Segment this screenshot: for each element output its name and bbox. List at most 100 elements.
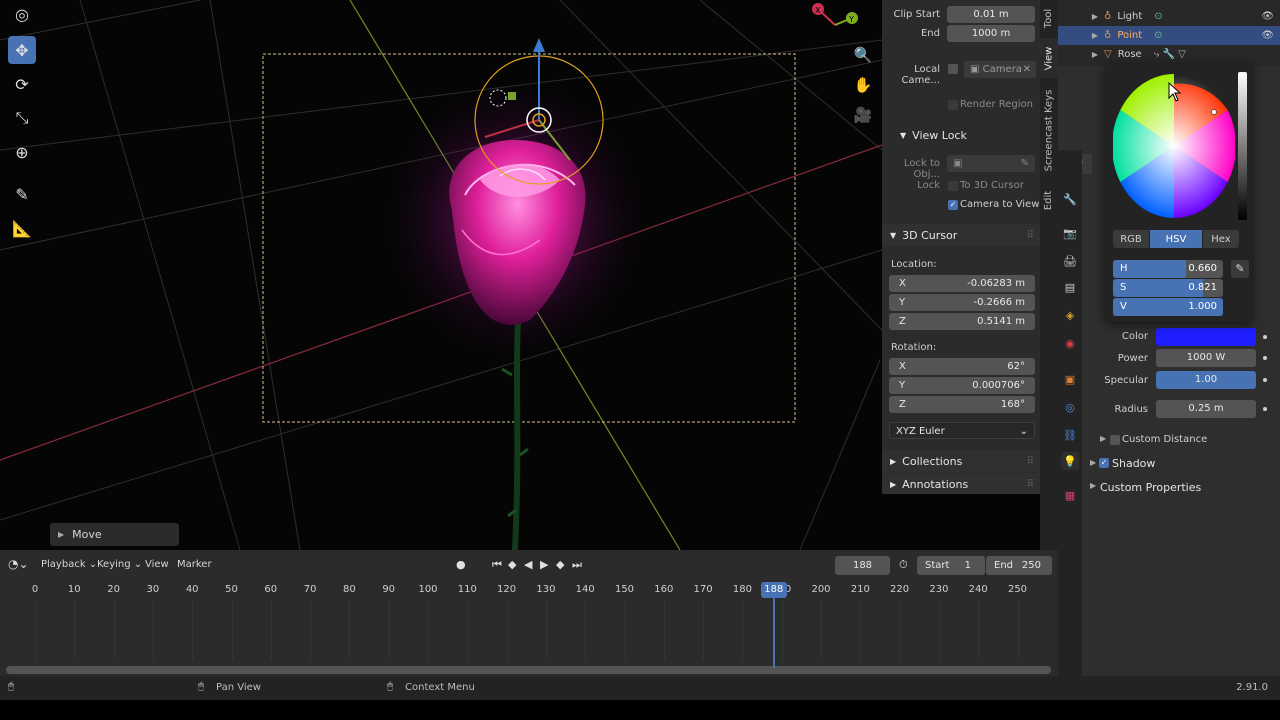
prev-keyframe-icon[interactable]: ◆: [508, 558, 516, 571]
expand-arrow-icon[interactable]: ▶: [1090, 481, 1096, 490]
drag-grip-icon[interactable]: ⠿: [1027, 456, 1034, 467]
play-reverse-icon[interactable]: ◀: [524, 558, 532, 571]
constraints-tab-icon[interactable]: ⛓: [1061, 426, 1079, 444]
tab-tool[interactable]: Tool: [1040, 0, 1058, 36]
local-camera-checkbox[interactable]: [948, 64, 958, 74]
render-tab-icon[interactable]: 📷: [1061, 224, 1079, 242]
camera-to-view-checkbox[interactable]: ✓: [948, 200, 958, 210]
tool-tab-icon[interactable]: 🔧: [1061, 190, 1079, 208]
mode-tab-rgb[interactable]: RGB: [1113, 230, 1149, 248]
rotation-mode-dropdown[interactable]: XYZ Euler ⌄: [889, 422, 1035, 439]
rotate-tool-icon[interactable]: ⟳: [8, 70, 36, 98]
cursor-location-y[interactable]: Y -0.2666 m: [889, 294, 1035, 311]
tab-screencast-keys[interactable]: Screencast Keys: [1040, 80, 1058, 180]
hue-field[interactable]: H 0.660: [1113, 260, 1223, 278]
view-layer-tab-icon[interactable]: ▤: [1061, 278, 1079, 296]
play-icon[interactable]: ▶: [540, 558, 548, 571]
object-tab-icon[interactable]: ▣: [1061, 370, 1079, 388]
measure-tool-icon[interactable]: 📐: [8, 214, 36, 242]
light-data-tab-icon[interactable]: 💡: [1061, 452, 1079, 470]
transform-tool-icon[interactable]: ⊕: [8, 138, 36, 166]
cursor-rotation-z[interactable]: Z 168°: [889, 396, 1035, 413]
record-icon[interactable]: ●: [456, 558, 466, 571]
expand-arrow-icon[interactable]: ▶: [1058, 31, 1098, 40]
eye-icon[interactable]: 👁: [1261, 11, 1274, 22]
drag-grip-icon[interactable]: ⠿: [1027, 230, 1034, 241]
expand-arrow-icon[interactable]: ▶: [1090, 458, 1096, 467]
cursor-rotation-y[interactable]: Y 0.000706°: [889, 377, 1035, 394]
outliner-item-point[interactable]: ▶ ♁ Point ⊙ 👁: [1058, 26, 1280, 45]
stopwatch-icon[interactable]: ⏱: [899, 558, 908, 572]
annotations-header[interactable]: ▶ Annotations ⠿: [882, 473, 1040, 495]
local-camera-field[interactable]: ▣ Camera ✕: [964, 61, 1036, 78]
custom-distance-checkbox[interactable]: [1110, 435, 1120, 445]
menu-marker[interactable]: Marker: [177, 559, 212, 570]
cursor-location-z[interactable]: Z 0.5141 m: [889, 313, 1035, 330]
frame-ruler[interactable]: 0 10 20 30 40 50 60 70 80 90 100 110 120 130 140 150 160…: [0, 580, 1058, 600]
saturation-field[interactable]: S 0.821: [1113, 279, 1223, 297]
light-color-swatch[interactable]: [1156, 328, 1256, 346]
render-region-checkbox[interactable]: [948, 100, 958, 110]
scale-tool-icon[interactable]: ⤡: [8, 104, 36, 132]
expand-arrow-icon[interactable]: ▶: [1100, 434, 1106, 443]
outliner-item-light[interactable]: ▶ ♁ Light ⊙ 👁: [1058, 7, 1280, 26]
outliner-item-rose[interactable]: ▶ ▽ Rose ⤷ 🔧 ▽: [1058, 45, 1280, 64]
mode-tab-hsv[interactable]: HSV: [1150, 230, 1202, 248]
keyframe-dot[interactable]: [1263, 378, 1267, 382]
texture-tab-icon[interactable]: ▦: [1061, 486, 1079, 504]
timeline-scrollbar[interactable]: [6, 666, 1051, 674]
dopesheet-area[interactable]: [0, 600, 1058, 676]
camera-view-icon[interactable]: 🎥: [851, 103, 875, 127]
end-frame-field[interactable]: End 250: [986, 556, 1052, 575]
move-tool-icon[interactable]: ✥: [8, 36, 36, 64]
world-tab-icon[interactable]: ◉: [1061, 334, 1079, 352]
playhead-line[interactable]: [772, 598, 775, 668]
value-field[interactable]: V 1.000: [1113, 298, 1223, 316]
annotate-tool-icon[interactable]: ✎: [8, 180, 36, 208]
zoom-icon[interactable]: 🔍: [851, 43, 875, 67]
mode-tab-hex[interactable]: Hex: [1203, 230, 1239, 248]
physics-tab-icon[interactable]: ◎: [1061, 398, 1079, 416]
collections-header[interactable]: ▶ Collections ⠿: [882, 450, 1040, 472]
menu-view[interactable]: View: [145, 559, 169, 570]
keyframe-dot[interactable]: [1263, 356, 1267, 360]
jump-end-icon[interactable]: ⏭: [572, 558, 582, 572]
3d-viewport[interactable]: X Y ◎ ✥ ⟳ ⤡ ⊕ ✎ 📐 🔍 ✋ 🎥 ▶ Move: [0, 0, 882, 550]
power-field[interactable]: 1000 W: [1156, 349, 1256, 367]
menu-keying[interactable]: Keying ⌄: [97, 559, 142, 570]
start-frame-field[interactable]: Start 1: [917, 556, 985, 575]
drag-grip-icon[interactable]: ⠿: [1027, 479, 1034, 490]
cursor-rotation-x[interactable]: X 62°: [889, 358, 1035, 375]
menu-playback[interactable]: Playback ⌄: [41, 559, 97, 570]
cursor-location-x[interactable]: X -0.06283 m: [889, 275, 1035, 292]
editor-type-clock-icon[interactable]: ◔⌄: [8, 557, 32, 574]
eyedropper-icon[interactable]: ✎: [1231, 260, 1249, 278]
value-slider[interactable]: [1238, 72, 1247, 220]
jump-start-icon[interactable]: ⏮: [492, 558, 502, 572]
scene-tab-icon[interactable]: ◈: [1061, 306, 1079, 324]
specular-field[interactable]: 1.00: [1156, 371, 1256, 389]
pan-hand-icon[interactable]: ✋: [851, 73, 875, 97]
current-frame-field[interactable]: 188: [835, 556, 890, 575]
3d-cursor-header[interactable]: ▼ 3D Cursor ⠿: [882, 224, 1040, 246]
radius-field[interactable]: 0.25 m: [1156, 400, 1256, 418]
cursor-tool-icon[interactable]: ◎: [8, 0, 36, 28]
tab-view[interactable]: View: [1040, 38, 1058, 78]
tab-edit[interactable]: Edit: [1040, 182, 1058, 218]
output-tab-icon[interactable]: 🖨: [1061, 252, 1079, 270]
view-lock-header[interactable]: ▼ View Lock: [882, 124, 1040, 146]
clip-start-field[interactable]: 0.01 m: [947, 6, 1035, 23]
keyframe-dot[interactable]: [1263, 407, 1267, 411]
eye-icon[interactable]: 👁: [1261, 30, 1274, 41]
expand-arrow-icon[interactable]: ▶: [1058, 50, 1098, 59]
eyedropper-icon[interactable]: ✎: [1021, 155, 1029, 172]
last-operation-panel[interactable]: ▶ Move: [50, 523, 179, 546]
clip-end-field[interactable]: 1000 m: [947, 25, 1035, 42]
clear-x-icon[interactable]: ✕: [1023, 61, 1031, 78]
playhead-frame-label[interactable]: 188: [760, 582, 787, 598]
keyframe-dot[interactable]: [1263, 335, 1267, 339]
lock-object-field[interactable]: ▣ ✎: [947, 155, 1035, 172]
expand-arrow-icon[interactable]: ▶: [1058, 12, 1098, 21]
to-3d-cursor-checkbox[interactable]: [948, 181, 958, 191]
next-keyframe-icon[interactable]: ◆: [556, 558, 564, 571]
